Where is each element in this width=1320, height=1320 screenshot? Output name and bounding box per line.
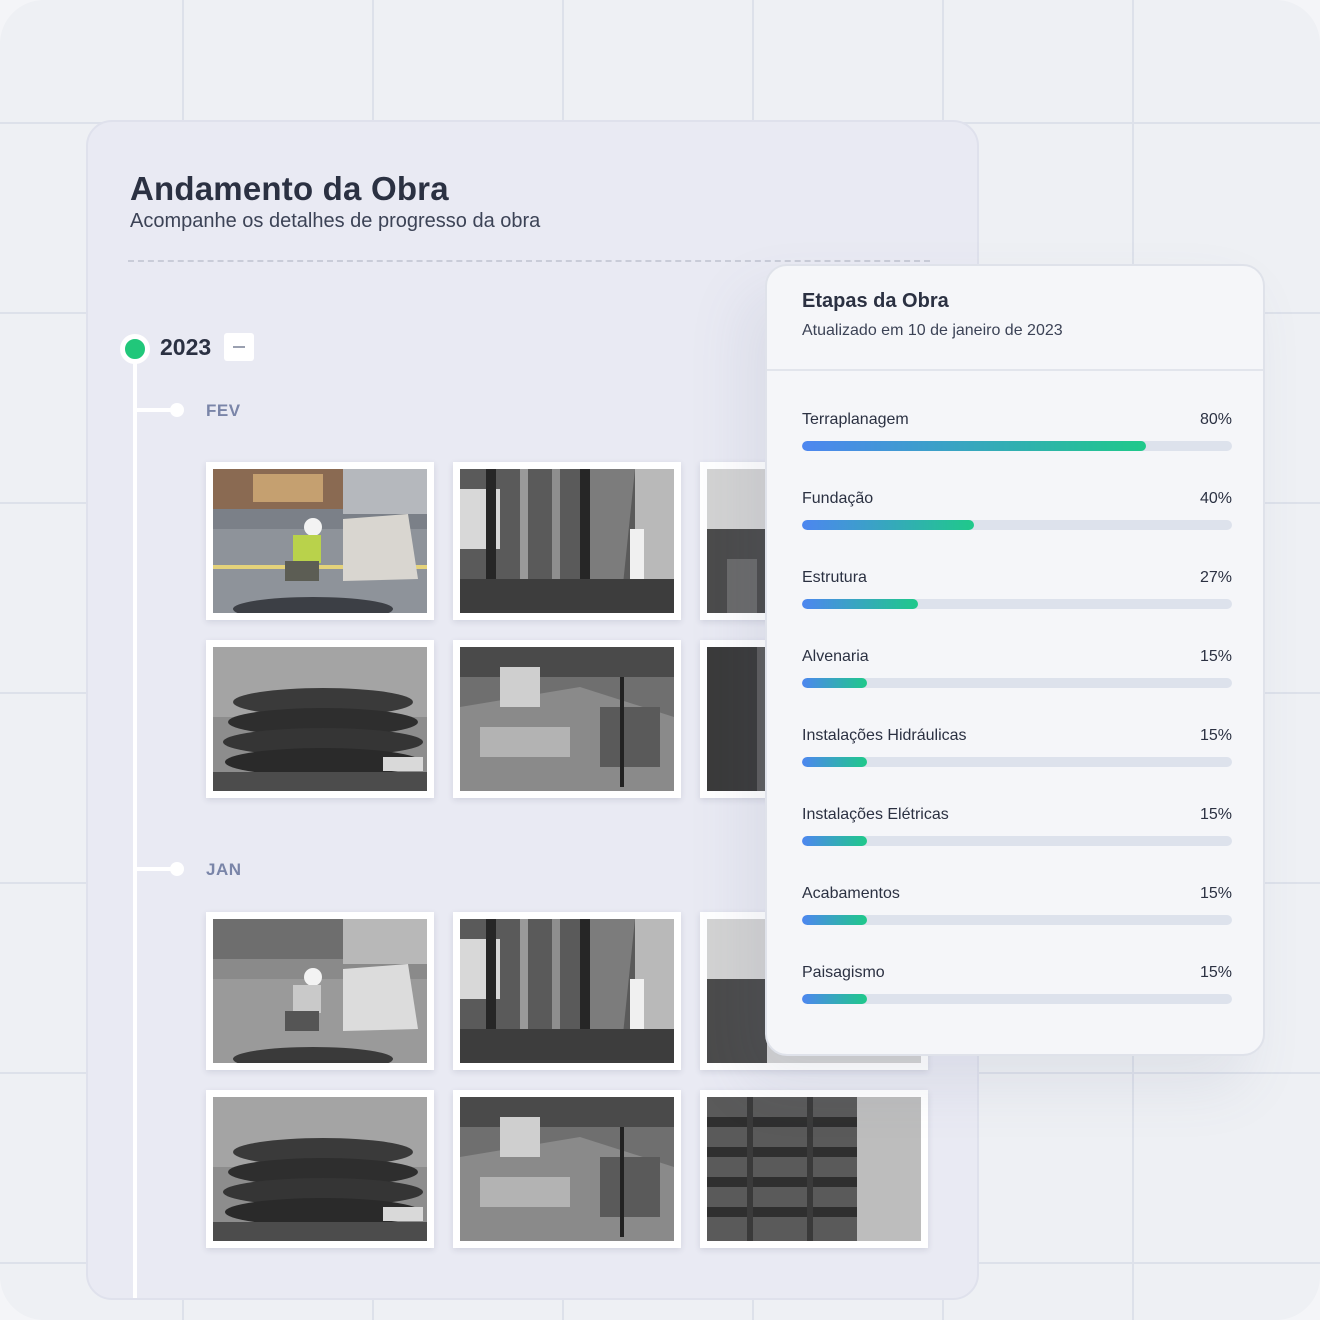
stage-row: Estrutura 27%	[802, 569, 1232, 619]
progress-fill	[802, 994, 867, 1004]
stages-updated-date: Atualizado em 10 de janeiro de 2023	[802, 322, 1063, 339]
progress-track	[802, 915, 1232, 925]
stage-percent: 15%	[1199, 648, 1232, 665]
progress-track	[802, 994, 1232, 1004]
photo-thumbnail[interactable]	[453, 640, 681, 798]
stage-percent: 15%	[1199, 964, 1232, 981]
stage-row: Paisagismo 15%	[802, 964, 1232, 1014]
progress-fill	[802, 520, 974, 530]
stages-panel: Etapas da Obra Atualizado em 10 de janei…	[765, 264, 1265, 1056]
stage-name: Alvenaria	[802, 648, 869, 665]
stage-row: Fundação 40%	[802, 490, 1232, 540]
stages-title: Etapas da Obra	[802, 290, 949, 312]
progress-fill	[802, 757, 867, 767]
stage-row: Terraplanagem 80%	[802, 411, 1232, 461]
page-subtitle: Acompanhe os detalhes de progresso da ob…	[130, 210, 541, 232]
progress-track	[802, 757, 1232, 767]
building-scaffold-photo	[707, 1097, 921, 1241]
progress-track	[802, 599, 1232, 609]
stage-percent: 15%	[1199, 885, 1232, 902]
stage-name: Terraplanagem	[802, 411, 909, 428]
page-title: Andamento da Obra	[130, 170, 449, 207]
photo-thumbnail[interactable]	[206, 462, 434, 620]
stage-row: Instalações Hidráulicas 15%	[802, 727, 1232, 777]
site-aerial-photo	[460, 647, 674, 791]
divider	[128, 260, 930, 262]
progress-track	[802, 520, 1232, 530]
progress-fill	[802, 678, 867, 688]
stage-name: Acabamentos	[802, 885, 900, 902]
year-label: 2023	[160, 334, 212, 360]
interior-frame-photo	[460, 469, 674, 613]
progress-track	[802, 678, 1232, 688]
stage-name: Instalações Elétricas	[802, 806, 949, 823]
site-aerial-photo	[460, 1097, 674, 1241]
photo-thumbnail[interactable]	[206, 1090, 434, 1248]
stage-percent: 40%	[1199, 490, 1232, 507]
stage-row: Alvenaria 15%	[802, 648, 1232, 698]
stage-name: Fundação	[802, 490, 874, 507]
collapse-year-button[interactable]	[224, 333, 254, 361]
photo-thumbnail[interactable]	[206, 912, 434, 1070]
month-label-jan[interactable]: JAN	[206, 860, 242, 880]
stage-percent: 15%	[1199, 727, 1232, 744]
timeline-branch-dot	[170, 862, 184, 876]
stage-name: Instalações Hidráulicas	[802, 727, 967, 744]
progress-fill	[802, 599, 919, 609]
timeline-branch-dot	[170, 403, 184, 417]
worker-street-photo	[213, 469, 427, 613]
stage-percent: 15%	[1199, 806, 1232, 823]
stage-name: Paisagismo	[802, 964, 885, 981]
progress-fill	[802, 915, 867, 925]
photo-thumbnail[interactable]	[206, 640, 434, 798]
progress-fill	[802, 441, 1146, 451]
stage-name: Estrutura	[802, 569, 867, 586]
worker-street-photo	[213, 919, 427, 1063]
minus-icon	[233, 346, 245, 348]
progress-track	[802, 441, 1232, 451]
progress-track	[802, 836, 1232, 846]
month-label-fev[interactable]: FEV	[206, 401, 241, 421]
stage-percent: 80%	[1199, 411, 1232, 428]
photo-thumbnail[interactable]	[453, 912, 681, 1070]
stage-percent: 27%	[1199, 569, 1232, 586]
progress-fill	[802, 836, 867, 846]
year-status-dot	[120, 334, 150, 364]
photo-thumbnail[interactable]	[700, 1090, 928, 1248]
background-grid: Andamento da Obra Acompanhe os detalhes …	[0, 0, 1320, 1320]
curved-building-photo	[213, 647, 427, 791]
curved-building-photo	[213, 1097, 427, 1241]
divider	[767, 369, 1263, 371]
timeline-line	[133, 346, 137, 1298]
photo-thumbnail[interactable]	[453, 1090, 681, 1248]
interior-frame-photo	[460, 919, 674, 1063]
stage-row: Instalações Elétricas 15%	[802, 806, 1232, 856]
stage-row: Acabamentos 15%	[802, 885, 1232, 935]
photo-thumbnail[interactable]	[453, 462, 681, 620]
